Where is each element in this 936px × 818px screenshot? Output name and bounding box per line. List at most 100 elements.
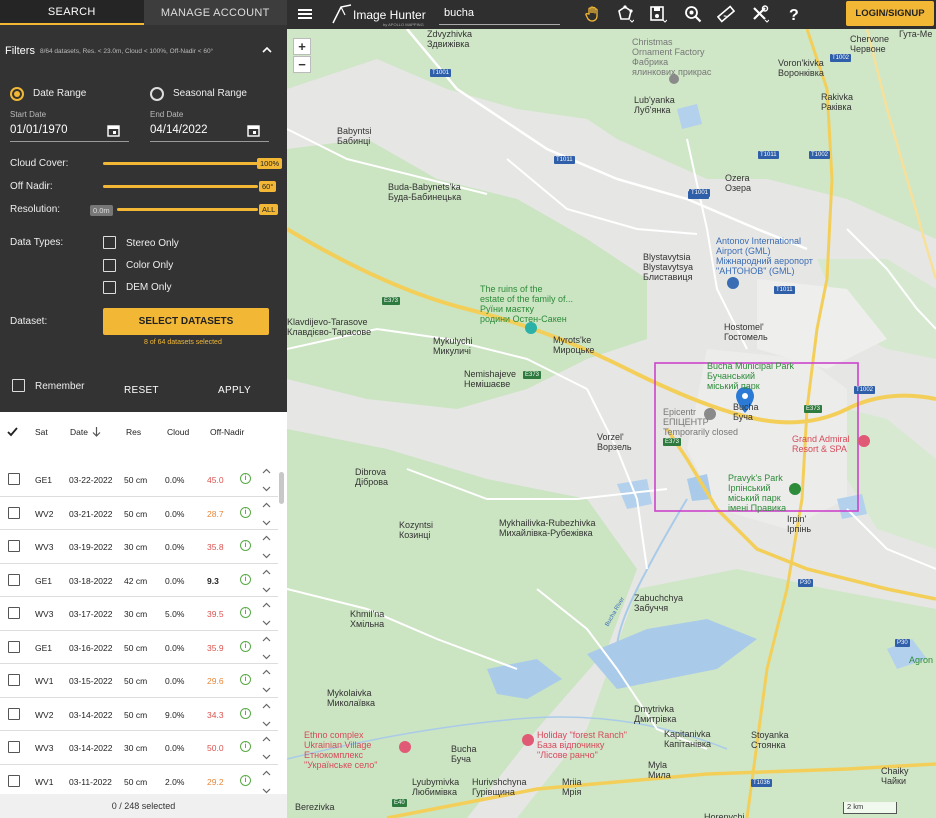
tools-icon[interactable] — [751, 5, 769, 23]
row-checkbox[interactable] — [8, 640, 20, 653]
start-date-input[interactable]: 01/01/1970 — [10, 124, 68, 136]
reorder-arrows-icon[interactable] — [262, 534, 271, 560]
road-shield: E373 — [523, 371, 542, 379]
remember-label: Remember — [35, 381, 85, 392]
info-icon[interactable]: i — [240, 506, 251, 518]
reorder-arrows-icon[interactable] — [262, 568, 271, 594]
seasonal-range-radio[interactable] — [150, 87, 164, 101]
reset-button[interactable]: RESET — [124, 385, 159, 396]
location-search-input[interactable]: bucha — [444, 7, 474, 19]
table-row[interactable]: GE1 03-18-2022 42 cm 0.0% 9.3 i — [0, 564, 278, 597]
col-cloud[interactable]: Cloud — [167, 427, 189, 437]
col-off-nadir[interactable]: Off-Nadir — [210, 427, 244, 437]
row-cloud: 2.0% — [165, 776, 185, 787]
info-icon[interactable]: i — [240, 473, 251, 484]
row-checkbox[interactable] — [8, 573, 20, 586]
reorder-arrows-icon[interactable] — [262, 702, 271, 728]
ruler-icon[interactable] — [717, 5, 735, 23]
hand-icon[interactable] — [584, 5, 602, 23]
select-datasets-button[interactable]: SELECT DATASETS — [103, 308, 269, 335]
info-icon[interactable]: i — [240, 573, 251, 585]
reorder-arrows-icon[interactable] — [262, 735, 271, 761]
table-row[interactable]: WV1 03-15-2022 50 cm 0.0% 29.6 i — [0, 664, 278, 698]
top-toolbar: Image Hunter by APOLLO MAPPING bucha ? L… — [287, 0, 936, 29]
row-checkbox[interactable] — [8, 707, 20, 720]
map-label: Mykolaivka Миколаївка — [327, 688, 376, 708]
table-row[interactable]: WV2 03-21-2022 50 cm 0.0% 28.7 i — [0, 497, 278, 530]
map-label: Chervone Червоне — [850, 34, 890, 54]
reorder-arrows-icon[interactable] — [262, 601, 271, 627]
col-date[interactable]: Date — [70, 427, 88, 437]
results-table-header: Sat Date Res Cloud Off-Nadir — [0, 420, 287, 444]
table-row[interactable]: WV3 03-17-2022 30 cm 5.0% 39.5 i — [0, 597, 278, 631]
apply-button[interactable]: APPLY — [218, 385, 251, 396]
cloud-cover-slider[interactable] — [103, 162, 258, 165]
info-icon[interactable]: i — [240, 707, 251, 719]
results-scrollbar[interactable] — [279, 472, 284, 504]
hotel-marker-icon[interactable] — [858, 435, 870, 447]
hotel-marker-icon[interactable] — [522, 734, 534, 746]
sort-down-icon[interactable] — [92, 427, 101, 437]
tab-manage-account[interactable]: MANAGE ACCOUNT — [143, 0, 287, 25]
filters-header[interactable]: Filters 8/64 datasets, Res. < 23.0m, Clo… — [0, 38, 287, 64]
table-row[interactable]: WV2 03-14-2022 50 cm 9.0% 34.3 i — [0, 698, 278, 731]
zoom-in-button[interactable]: + — [293, 38, 311, 55]
dem-only-checkbox[interactable] — [103, 281, 116, 294]
polygon-draw-icon[interactable] — [616, 5, 634, 23]
reorder-arrows-icon[interactable] — [262, 501, 271, 527]
row-date: 03-21-2022 — [69, 508, 113, 519]
calendar-icon[interactable] — [247, 124, 260, 137]
save-icon[interactable] — [649, 5, 667, 23]
remember-checkbox[interactable] — [12, 379, 25, 392]
row-checkbox[interactable] — [8, 774, 20, 787]
check-all-icon[interactable] — [7, 427, 18, 437]
table-row[interactable]: WV1 03-11-2022 50 cm 2.0% 29.2 i — [0, 765, 278, 795]
table-row[interactable]: GE1 03-16-2022 50 cm 0.0% 35.9 i — [0, 631, 278, 664]
login-signup-button[interactable]: LOGIN/SIGNUP — [846, 1, 934, 26]
end-date-input[interactable]: 04/14/2022 — [150, 124, 208, 136]
brand-name[interactable]: Image Hunter — [353, 8, 426, 22]
table-row[interactable]: WV3 03-14-2022 30 cm 0.0% 50.0 i — [0, 731, 278, 765]
reorder-arrows-icon[interactable] — [262, 769, 271, 795]
row-checkbox[interactable] — [8, 741, 20, 753]
table-row[interactable]: GE1 03-22-2022 50 cm 0.0% 45.0 i — [0, 463, 278, 497]
info-icon[interactable]: i — [240, 607, 251, 618]
info-icon[interactable]: i — [240, 741, 251, 752]
col-res[interactable]: Res — [126, 427, 141, 437]
calendar-icon[interactable] — [107, 124, 120, 137]
image-hunter-logo-icon — [332, 4, 352, 24]
map-canvas[interactable] — [287, 29, 936, 818]
menu-icon[interactable] — [296, 5, 314, 23]
info-icon[interactable]: i — [240, 640, 251, 652]
stereo-only-checkbox[interactable] — [103, 236, 116, 249]
row-checkbox[interactable] — [8, 607, 20, 619]
park-marker-icon[interactable] — [789, 483, 801, 495]
road-shield: T1011 — [758, 151, 779, 159]
row-checkbox[interactable] — [8, 506, 20, 519]
chevron-up-icon[interactable] — [262, 45, 272, 55]
row-checkbox[interactable] — [8, 674, 20, 686]
road-shield: T1001 — [430, 69, 452, 77]
reorder-arrows-icon[interactable] — [262, 668, 271, 694]
reorder-arrows-icon[interactable] — [262, 467, 271, 493]
table-row[interactable]: WV3 03-19-2022 30 cm 0.0% 35.8 i — [0, 530, 278, 564]
zoom-search-icon[interactable] — [684, 5, 702, 23]
off-nadir-slider[interactable] — [103, 185, 258, 188]
date-range-radio[interactable] — [10, 87, 24, 101]
tab-search[interactable]: SEARCH — [0, 0, 144, 25]
row-checkbox[interactable] — [8, 473, 20, 485]
info-icon[interactable]: i — [240, 674, 251, 685]
zoom-out-button[interactable]: − — [293, 56, 311, 73]
airport-marker-icon[interactable] — [727, 277, 739, 289]
info-icon[interactable]: i — [240, 540, 251, 551]
reorder-arrows-icon[interactable] — [262, 635, 271, 661]
row-checkbox[interactable] — [8, 540, 20, 552]
hotel-marker-icon[interactable] — [399, 741, 411, 753]
resolution-label: Resolution: — [10, 204, 61, 215]
col-sat[interactable]: Sat — [35, 427, 48, 437]
map-view[interactable]: + − Zdvyzhivka Здвижівка Christmas Orname… — [287, 29, 936, 818]
color-only-checkbox[interactable] — [103, 259, 116, 272]
info-icon[interactable]: i — [240, 774, 251, 786]
help-icon[interactable]: ? — [785, 5, 803, 23]
resolution-slider[interactable] — [117, 208, 258, 211]
